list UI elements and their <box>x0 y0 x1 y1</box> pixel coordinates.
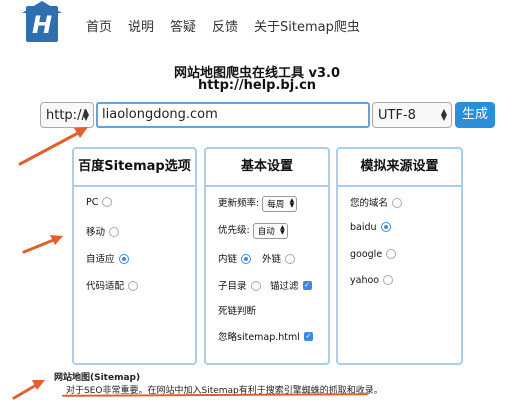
annotation-arrow-footer <box>12 382 40 400</box>
annotation-arrow-adaptive <box>22 237 58 254</box>
annotation-arrow-url <box>18 130 82 166</box>
annotation-arrows <box>12 127 88 400</box>
